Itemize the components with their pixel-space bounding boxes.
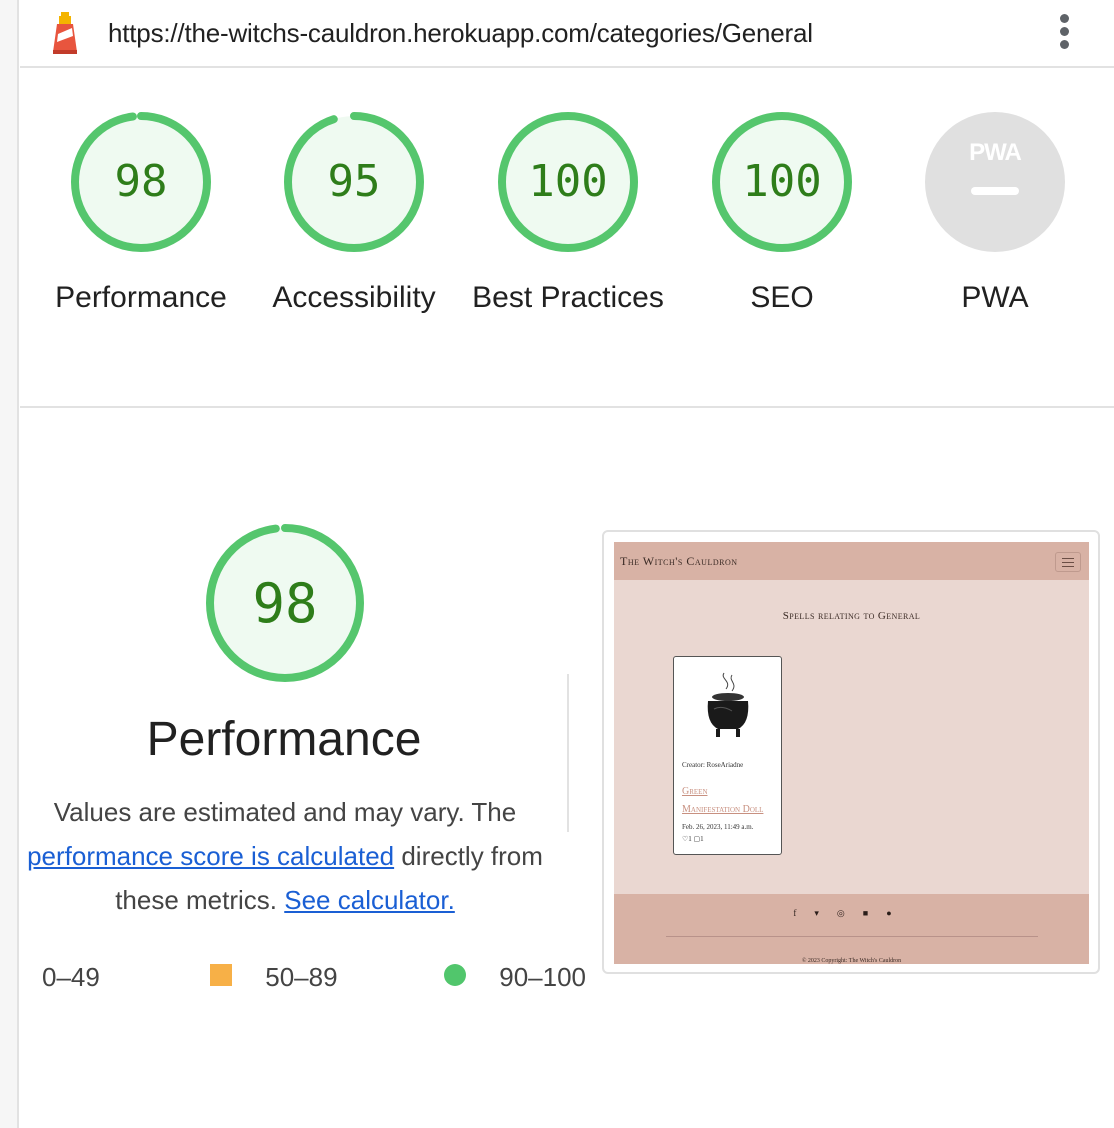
- vertical-divider: [567, 674, 569, 832]
- seo-label: SEO: [750, 281, 814, 314]
- spell-stats: ♡1 ▢1: [682, 835, 704, 843]
- gauge-pwa[interactable]: PWA PWA: [888, 110, 1102, 320]
- report-topbar: https://the-witchs-cauldron.herokuapp.co…: [20, 0, 1114, 68]
- legend-average-label: 50–89: [265, 962, 338, 992]
- footer-divider: [666, 936, 1038, 937]
- accessibility-score: 95: [328, 156, 381, 207]
- social-icons: f▾◎■●: [614, 908, 1089, 919]
- performance-main-gauge: 98: [206, 524, 364, 682]
- twitter-icon: ▾: [814, 908, 837, 918]
- desc-prefix: Values are estimated and may vary. The: [53, 797, 517, 827]
- github-icon: ●: [886, 908, 910, 918]
- page-url: https://the-witchs-cauldron.herokuapp.co…: [108, 18, 813, 48]
- likes-count: 1: [688, 835, 692, 843]
- accessibility-label: Accessibility: [272, 281, 436, 314]
- spell-date: Feb. 26, 2023, 11:49 a.m.: [682, 823, 754, 831]
- performance-main-score: 98: [252, 572, 317, 635]
- legend-fail: 0–49: [42, 962, 100, 993]
- screenshot-heading: Spells relating to General: [782, 610, 921, 622]
- screenshot-brand: The Witch's Cauldron: [620, 554, 738, 568]
- screenshot-footer: f▾◎■● © 2023 Copyright: The Witch's Caul…: [614, 894, 1089, 964]
- instagram-icon: ◎: [836, 908, 863, 918]
- see-calculator-link[interactable]: See calculator.: [284, 885, 455, 915]
- pwa-badge-text: PWA: [969, 139, 1021, 166]
- pwa-label: PWA: [961, 281, 1029, 314]
- spell-creator: Creator: RoseAriadne: [682, 761, 744, 769]
- gauge-performance[interactable]: 98 Performance: [34, 110, 248, 320]
- best-practices-label: Best Practices: [472, 281, 664, 314]
- seo-score: 100: [742, 156, 821, 207]
- accessibility-gauge-ring: 95: [284, 112, 424, 252]
- spell-title-line1: Green: [682, 786, 708, 797]
- average-square-icon: [210, 964, 232, 986]
- pass-circle-icon: [444, 964, 466, 986]
- best-practices-gauge-ring: 100: [498, 112, 638, 252]
- spell-title-link: Green Manifestation Doll: [682, 783, 763, 819]
- performance-label: Performance: [55, 281, 227, 314]
- performance-gauge-ring: 98: [71, 112, 211, 252]
- pwa-badge-icon: PWA: [925, 112, 1065, 252]
- gauge-seo[interactable]: 100 SEO: [675, 110, 889, 320]
- final-screenshot: The Witch's Cauldron Spells relating to …: [614, 542, 1089, 964]
- legend-fail-label: 0–49: [42, 962, 100, 992]
- gauge-accessibility[interactable]: 95 Accessibility: [247, 110, 461, 320]
- hamburger-menu-icon: [1055, 552, 1081, 572]
- facebook-icon: f: [793, 908, 815, 918]
- seo-gauge-ring: 100: [712, 112, 852, 252]
- performance-title: Performance: [146, 713, 422, 766]
- screenshot-navbar: The Witch's Cauldron: [614, 542, 1089, 580]
- comments-count: 1: [700, 835, 704, 843]
- performance-score: 98: [115, 156, 168, 207]
- devtools-left-edge: [0, 0, 19, 1128]
- legend-pass-label: 90–100: [499, 962, 586, 992]
- linkedin-icon: ■: [862, 908, 887, 918]
- spell-title-line2: Manifestation Doll: [682, 804, 764, 815]
- score-gauges: 98 Performance 95 Accessibility 100 Best…: [20, 68, 1114, 408]
- gauge-best-practices[interactable]: 100 Best Practices: [461, 110, 675, 320]
- cauldron-icon: [707, 672, 749, 737]
- more-options-icon[interactable]: [1060, 14, 1070, 54]
- best-practices-score: 100: [528, 156, 607, 207]
- legend-pass: 90–100: [444, 962, 586, 993]
- spell-card: Creator: RoseAriadne Green Manifestation…: [673, 656, 782, 855]
- performance-description: Values are estimated and may vary. The p…: [20, 790, 550, 922]
- score-calculated-link[interactable]: performance score is calculated: [27, 841, 394, 871]
- legend-average: 50–89: [210, 962, 338, 993]
- screenshot-copyright: © 2023 Copyright: The Witch's Cauldron: [801, 958, 902, 964]
- lighthouse-logo-icon: [53, 12, 77, 54]
